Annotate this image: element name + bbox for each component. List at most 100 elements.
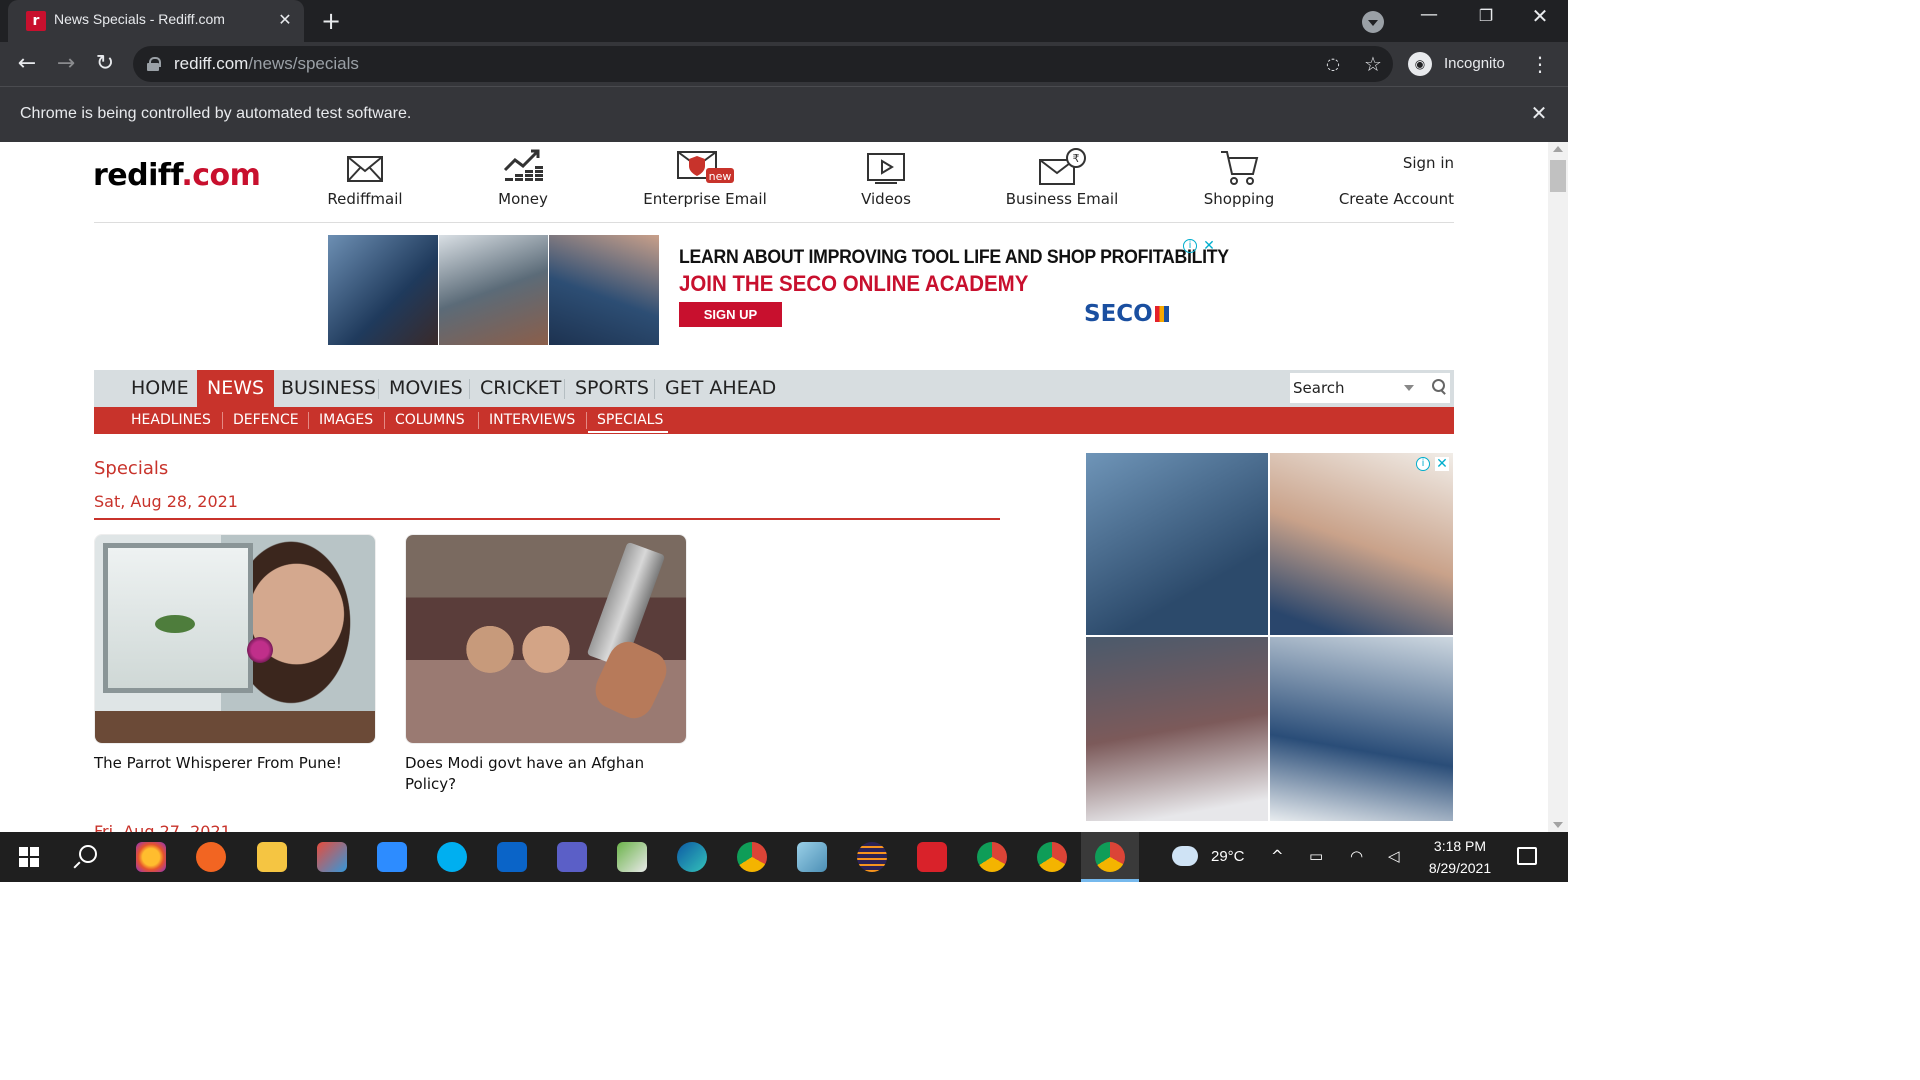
topnav-shopping[interactable]: Shopping [1199,148,1279,212]
scroll-down-icon[interactable] [1553,822,1563,828]
notepad-icon[interactable] [617,842,647,872]
nav-get-ahead[interactable]: GET AHEAD [655,370,786,407]
topnav-enterprise-email[interactable]: new Enterprise Email [640,148,770,212]
search-input[interactable]: Search [1290,373,1428,403]
zoom-icon[interactable] [377,842,407,872]
weather-temperature[interactable]: 29°C [1211,848,1245,865]
edge-icon[interactable] [677,842,707,872]
eclipse-icon[interactable] [857,842,887,872]
chevron-up-icon[interactable]: ^ [1271,847,1284,865]
scroll-up-icon[interactable] [1553,146,1563,152]
ad-info-icon[interactable]: i [1416,457,1430,471]
ad-close-icon[interactable]: ✕ [1202,239,1216,253]
acrobat-icon[interactable] [917,842,947,872]
scroll-thumb[interactable] [1550,160,1566,192]
seco-logo: SECO [1084,301,1169,327]
subnav-images[interactable]: IMAGES [319,407,373,434]
subnav-columns[interactable]: COLUMNS [395,407,465,434]
window-close-icon[interactable]: ✕ [1526,4,1554,32]
banner-ad-image [328,235,659,345]
create-account-link[interactable]: Create Account [1320,190,1454,208]
incognito-icon: ◉ [1408,52,1432,76]
notification-icon[interactable] [1517,847,1537,865]
banner-signup-button[interactable]: SIGN UP [679,302,782,327]
banner-ad[interactable]: LEARN ABOUT IMPROVING TOOL LIFE AND SHOP… [328,235,1229,345]
volume-icon[interactable]: ◁ [1388,847,1400,865]
clock-time[interactable]: 3:18 PM [1420,838,1500,854]
outlook-icon[interactable] [497,842,527,872]
skype-icon[interactable] [437,842,467,872]
back-icon[interactable]: ← [13,50,41,78]
file-explorer-icon[interactable] [257,842,287,872]
nav-business[interactable]: BUSINESS [271,370,386,407]
reload-icon[interactable]: ↻ [91,50,119,78]
chrome-menu-icon[interactable]: ⋮ [1530,50,1550,78]
bookmark-star-icon[interactable]: ☆ [1362,52,1384,76]
date-heading: Fri, Aug 27, 2021 [94,822,231,832]
wifi-icon[interactable]: ◠ [1350,847,1363,865]
topnav-money[interactable]: Money [488,148,558,212]
clock-date[interactable]: 8/29/2021 [1420,860,1500,876]
subnav-headlines[interactable]: HEADLINES [131,407,211,434]
weather-cloud-icon[interactable] [1172,846,1198,866]
nav-movies[interactable]: MOVIES [379,370,473,407]
incognito-profile-button[interactable]: ◉ Incognito [1402,48,1520,80]
subnav-interviews[interactable]: INTERVIEWS [489,407,575,434]
article-card[interactable]: Does Modi govt have an Afghan Policy? [405,534,687,795]
topnav-business-email[interactable]: ₹ Business Email [1000,148,1124,212]
nav-sports[interactable]: SPORTS [565,370,659,407]
subnav-defence[interactable]: DEFENCE [233,407,299,434]
pen-app-icon[interactable] [196,842,226,872]
chrome-icon[interactable] [977,842,1007,872]
browser-tab[interactable]: r News Specials - Rediff.com ✕ [8,0,304,42]
paint-icon[interactable] [317,842,347,872]
tab-close-icon[interactable]: ✕ [274,9,296,31]
nav-cricket[interactable]: CRICKET [470,370,571,407]
battery-icon[interactable]: ▭ [1309,847,1323,865]
minimize-icon[interactable]: — [1415,4,1443,32]
taskbar-search-icon[interactable] [79,845,97,863]
topnav-rediffmail[interactable]: Rediffmail [320,148,410,212]
article-caption[interactable]: The Parrot Whisperer From Pune! [94,753,376,774]
firefox-icon[interactable] [136,842,166,872]
topnav-label: Enterprise Email [643,190,767,208]
sign-in-link[interactable]: Sign in [1378,154,1454,172]
ad-info-icon[interactable]: i [1183,239,1197,253]
address-bar[interactable]: rediff.com/news/specials ◌ ☆ [133,46,1393,82]
url-text[interactable]: rediff.com/news/specials [174,54,359,74]
search-icon[interactable] [1428,373,1450,403]
tracking-blocked-icon[interactable]: ◌ [1323,54,1343,74]
topnav-videos[interactable]: Videos [851,148,921,212]
article-card[interactable]: The Parrot Whisperer From Pune! [94,534,376,774]
article-thumbnail[interactable] [94,534,376,744]
chevron-down-icon[interactable] [1404,385,1414,391]
windows-start-icon[interactable] [19,847,39,867]
ad-close-icon[interactable]: ✕ [1435,457,1449,471]
teams-icon[interactable] [557,842,587,872]
section-divider [94,518,1000,520]
automation-infobar: Chrome is being controlled by automated … [0,86,1568,142]
article-thumbnail[interactable] [405,534,687,744]
forward-icon[interactable]: → [52,50,80,78]
nav-home[interactable]: HOME [121,370,199,407]
subnav-separator [478,412,479,429]
infobar-close-icon[interactable]: ✕ [1528,101,1550,125]
nav-news[interactable]: NEWS [197,370,275,407]
article-caption[interactable]: Does Modi govt have an Afghan Policy? [405,753,687,795]
topnav-label: Business Email [1005,190,1119,208]
subnav-specials[interactable]: SPECIALS [597,407,663,434]
chrome-icon[interactable] [737,842,767,872]
app-icon[interactable] [797,842,827,872]
subnav-active-underline [588,431,668,433]
taskbar-active-app[interactable] [1081,832,1139,882]
chrome-icon[interactable] [1037,842,1067,872]
new-tab-button[interactable]: + [318,8,344,34]
tab-strip: r News Specials - Rediff.com ✕ + — ❐ ✕ [0,0,1568,42]
rediff-logo[interactable]: rediff.com [93,158,261,193]
restore-icon[interactable]: ❐ [1472,6,1500,34]
side-ad[interactable]: i ✕ [1086,453,1453,821]
tab-search-icon[interactable] [1362,11,1384,33]
lock-icon[interactable] [147,57,161,71]
browser-toolbar: ← → ↻ rediff.com/news/specials ◌ ☆ ◉ Inc… [0,42,1568,86]
page-scrollbar[interactable] [1548,142,1568,832]
